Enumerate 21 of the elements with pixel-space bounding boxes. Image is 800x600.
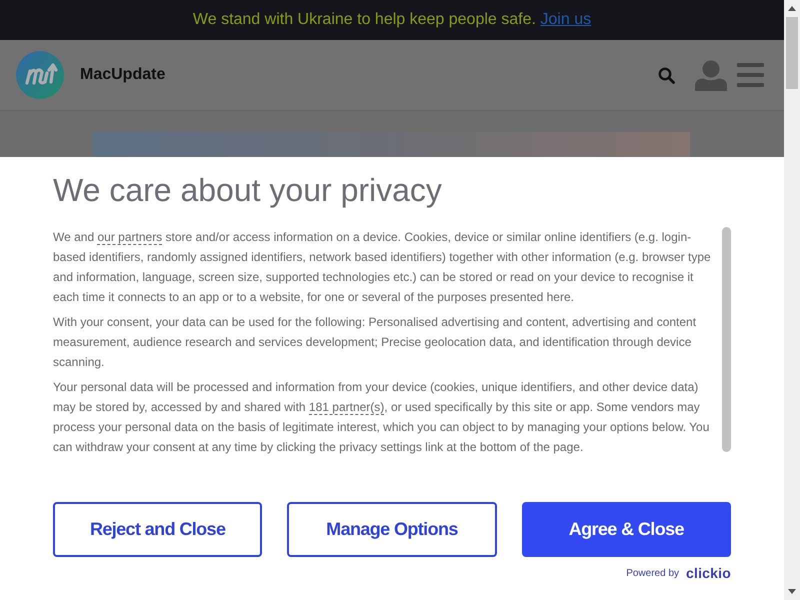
scroll-up-icon[interactable] bbox=[788, 6, 796, 11]
partners-link[interactable]: our partners bbox=[97, 230, 162, 245]
outline-button[interactable]: Reject and Close bbox=[53, 502, 262, 557]
user-icon[interactable] bbox=[695, 60, 727, 90]
dialog-title: We care about your privacy bbox=[53, 171, 442, 209]
consent-paragraph: We and our partners store and/or access information on a device. Cookies, device or similar online identifiers (e.g. login-based identifiers, randomly assigned identifiers, network based identifiers) together with other information (e.g. browser type and information, language, screen size, supported technologies etc.) can be stored or read on your device to recognise it each time it connects to an app or to a website, for one or several of the purposes presented here. bbox=[53, 229, 712, 306]
partners-link[interactable]: 181 partner(s) bbox=[308, 400, 384, 415]
consent-paragraph: Your personal data will be processed and information from your device (cookies, unique identifiers, and other device data) may be stored by, accessed by and shared with 181 partner(s), or used specifically by this site or app. Some vendors may process your personal data on the basis of legitimate interest, which you can object to by managing your options below. You can withdraw your consent at any time by clicking the privacy settings link at the bottom of the page. bbox=[53, 379, 710, 456]
search-icon[interactable] bbox=[658, 66, 675, 84]
outline-button[interactable]: Manage Options bbox=[287, 502, 497, 557]
site-name[interactable]: MacUpdate bbox=[80, 66, 166, 84]
scroll-down-icon[interactable] bbox=[788, 589, 796, 594]
primary-button[interactable]: Agree & Close bbox=[522, 502, 731, 557]
powered-by-label: Powered by bbox=[626, 568, 680, 578]
consent-paragraph: With your consent, your data can be used for the following: Personalised advertising and content, advertising and content measurement, audience research and services development; Precise geolocation data, and identification through device scanning. bbox=[53, 314, 698, 371]
announcement-text: We stand with Ukraine to help keep people safe. Join us bbox=[192, 11, 592, 29]
brand-logo[interactable]: clickio bbox=[686, 565, 731, 581]
menu-icon[interactable] bbox=[737, 63, 764, 87]
page-scrollbar-thumb[interactable] bbox=[786, 17, 798, 89]
logo-icon[interactable] bbox=[16, 51, 64, 99]
scrollbar-thumb[interactable] bbox=[722, 227, 731, 452]
